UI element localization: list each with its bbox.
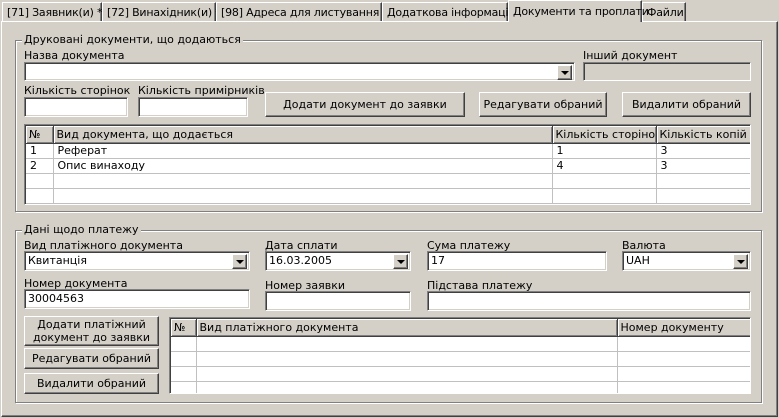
table-row[interactable]: 1 Реферат 1 3 (26, 143, 750, 159)
chevron-down-icon[interactable] (232, 254, 247, 269)
table-cell: 1 (26, 143, 54, 159)
table-row-empty (26, 173, 750, 189)
table-cell: Опис винаходу (53, 158, 553, 174)
copies-count-input[interactable] (138, 97, 248, 117)
edit-payment-button[interactable]: Редагувати обраний (24, 348, 159, 369)
tab-inventors[interactable]: [72] Винахідник(и) * (102, 2, 221, 21)
table-row-empty (26, 188, 750, 204)
delete-payment-button[interactable]: Видалити обраний (24, 373, 159, 394)
doc-name-label: Назва документа (24, 49, 125, 62)
payment-doc-number-value: 30004563 (28, 292, 84, 305)
currency-select[interactable]: UAH (622, 251, 751, 271)
chevron-down-icon[interactable] (557, 65, 572, 80)
tab-documents-payments[interactable]: Документи та проплати (508, 0, 649, 22)
table-row-empty (171, 366, 750, 382)
tab-additional-info[interactable]: Додаткова інформація (382, 2, 515, 21)
doc-name-select[interactable] (24, 62, 575, 81)
chevron-down-icon[interactable] (733, 254, 748, 269)
table-cell: 3 (656, 143, 750, 159)
application-number-input[interactable] (265, 291, 411, 311)
table-cell: 1 (552, 143, 657, 159)
payment-date-value: 16.03.2005 (269, 254, 332, 267)
column-header-pages[interactable]: Кількість сторінок (552, 126, 657, 144)
payment-doc-number-input[interactable]: 30004563 (24, 289, 250, 309)
table-cell: 3 (656, 158, 750, 174)
payment-sum-input[interactable]: 17 (427, 251, 607, 271)
currency-value: UAH (626, 254, 650, 267)
column-header-doc-number[interactable]: Номер документу (617, 319, 750, 337)
table-cell: 2 (26, 158, 54, 174)
table-cell: Реферат (53, 143, 553, 159)
documents-table-header: № Вид документа, що додається Кількість … (26, 126, 750, 144)
tab-strip: [71] Заявник(и) * [72] Винахідник(и) * [… (0, 0, 779, 22)
tab-correspondence-address[interactable]: [98] Адреса для листування * (216, 2, 388, 21)
documents-table: № Вид документа, що додається Кількість … (24, 124, 751, 205)
payment-basis-input[interactable] (427, 291, 751, 311)
table-row-empty (171, 336, 750, 352)
table-row[interactable]: 2 Опис винаходу 4 3 (26, 158, 750, 174)
add-payment-document-button[interactable]: Додати платіжний документ до заявки (24, 316, 159, 346)
add-document-button[interactable]: Додати документ до заявки (265, 92, 465, 117)
edit-document-button[interactable]: Редагувати обраний (479, 92, 607, 117)
payment-sum-value: 17 (431, 254, 445, 267)
pages-count-label: Кількість сторінок (24, 84, 131, 97)
chevron-down-icon[interactable] (393, 254, 408, 269)
payment-date-picker[interactable]: 16.03.2005 (265, 251, 411, 271)
printed-documents-group-title: Друковані документи, що додаються (22, 33, 243, 46)
payment-group-title: Дані щодо платежу (22, 223, 141, 236)
tab-applicants[interactable]: [71] Заявник(и) * (2, 2, 102, 21)
delete-document-button[interactable]: Видалити обраний (622, 92, 751, 117)
payment-doc-type-value: Квитанція (28, 254, 87, 267)
column-header-copies[interactable]: Кількість копій (656, 126, 750, 144)
column-header-number[interactable]: № (26, 126, 54, 144)
payments-table: № Вид платіжного документа Номер докумен… (169, 317, 751, 394)
payment-doc-type-select[interactable]: Квитанція (24, 251, 250, 271)
table-row-empty (171, 381, 750, 393)
pages-count-input[interactable] (24, 97, 128, 117)
table-cell: 4 (552, 158, 657, 174)
column-header-doc-type[interactable]: Вид документа, що додається (53, 126, 553, 144)
column-header-payment-doc-type[interactable]: Вид платіжного документа (196, 319, 618, 337)
other-doc-input[interactable] (583, 62, 751, 81)
column-header-number[interactable]: № (171, 319, 197, 337)
copies-count-label: Кількість примірників (138, 84, 265, 97)
other-doc-label: Інший документ (583, 49, 678, 62)
payments-table-header: № Вид платіжного документа Номер докумен… (171, 319, 750, 337)
table-row-empty (171, 351, 750, 367)
